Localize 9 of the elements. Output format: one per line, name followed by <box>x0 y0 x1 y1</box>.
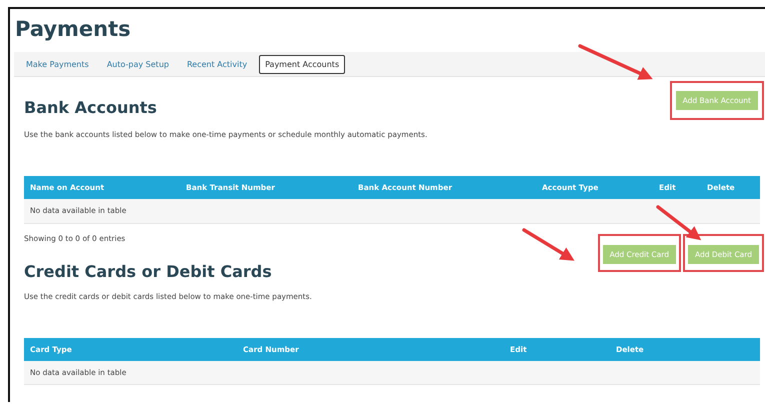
page-title: Payments <box>14 16 132 43</box>
section-heading: Bank Accounts <box>24 98 157 118</box>
annotation-arrow <box>656 205 702 240</box>
annotation-arrow <box>522 228 574 261</box>
tab[interactable]: Payment Accounts <box>259 54 346 74</box>
tab[interactable]: Make Payments <box>20 54 95 74</box>
tab[interactable]: Recent Activity <box>180 54 254 74</box>
section-heading: Credit Cards or Debit Cards <box>24 262 272 282</box>
tab[interactable]: Auto-pay Setup <box>100 54 175 74</box>
